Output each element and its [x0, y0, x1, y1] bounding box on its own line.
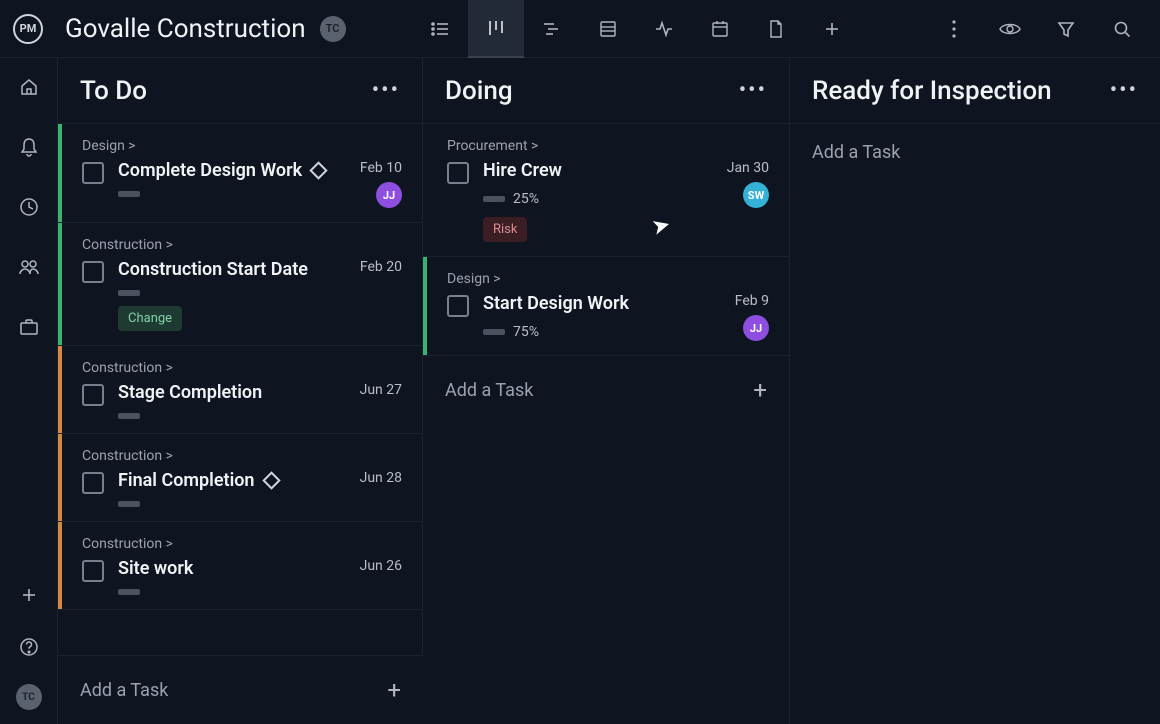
plus-icon: +: [387, 676, 401, 704]
status-stripe: [58, 522, 62, 609]
task-date: Feb 9: [735, 293, 769, 309]
task-date: Feb 10: [360, 160, 402, 176]
column-menu-icon[interactable]: •••: [1110, 78, 1138, 103]
filter-icon[interactable]: [1038, 0, 1094, 58]
add-task-button[interactable]: Add a Task +: [58, 655, 423, 724]
task-card[interactable]: Construction > Final Completion Jun 28: [58, 434, 422, 522]
task-card[interactable]: Construction > Stage Completion Jun 27: [58, 346, 422, 434]
team-icon[interactable]: [14, 252, 44, 282]
assignee-avatar[interactable]: JJ: [376, 182, 402, 208]
task-title: Stage Completion: [118, 382, 262, 403]
task-checkbox[interactable]: [82, 162, 104, 184]
progress-bar: [118, 501, 140, 507]
task-title: Final Completion: [118, 470, 255, 491]
task-checkbox[interactable]: [82, 384, 104, 406]
activity-view-icon[interactable]: [636, 0, 692, 58]
task-title: Complete Design Work: [118, 160, 302, 181]
column-title: To Do: [80, 76, 147, 106]
portfolio-icon[interactable]: [14, 312, 44, 342]
status-stripe: [58, 223, 62, 345]
progress-bar: [118, 191, 140, 197]
task-card[interactable]: Procurement > Hire Crew 25% Risk Jan 30 SW: [423, 124, 789, 257]
progress-bar: [118, 589, 140, 595]
project-title: Govalle Construction: [65, 14, 306, 44]
task-checkbox[interactable]: [82, 261, 104, 283]
file-view-icon[interactable]: [748, 0, 804, 58]
milestone-icon: [262, 471, 280, 489]
column-title: Doing: [445, 76, 513, 106]
assignee-avatar[interactable]: JJ: [743, 315, 769, 341]
watch-icon[interactable]: [982, 0, 1038, 58]
list-view-icon[interactable]: [412, 0, 468, 58]
calendar-view-icon[interactable]: [692, 0, 748, 58]
task-tag[interactable]: Risk: [483, 217, 527, 242]
task-date: Jun 28: [360, 470, 402, 486]
task-checkbox[interactable]: [82, 472, 104, 494]
task-card[interactable]: Design > Start Design Work 75% Feb 9 JJ: [423, 257, 789, 356]
sheet-view-icon[interactable]: [580, 0, 636, 58]
recent-icon[interactable]: [14, 192, 44, 222]
project-owner-avatar[interactable]: TC: [320, 16, 346, 42]
task-breadcrumb[interactable]: Design >: [447, 271, 769, 287]
gantt-view-icon[interactable]: [524, 0, 580, 58]
app-logo[interactable]: PM: [13, 14, 43, 44]
board-view-icon[interactable]: [468, 0, 524, 58]
task-title: Start Design Work: [483, 293, 629, 314]
add-task-button[interactable]: Add a Task: [790, 124, 1160, 181]
status-stripe: [58, 346, 62, 433]
task-checkbox[interactable]: [447, 295, 469, 317]
status-stripe: [423, 257, 427, 355]
column-title: Ready for Inspection: [812, 76, 1052, 106]
task-date: Jun 26: [360, 558, 402, 574]
add-task-button[interactable]: Add a Task +: [423, 356, 789, 424]
task-card[interactable]: Construction > Site work Jun 26: [58, 522, 422, 610]
notifications-icon[interactable]: [14, 132, 44, 162]
status-stripe: [58, 124, 62, 222]
task-card[interactable]: Construction > Construction Start Date Cha…: [58, 223, 422, 346]
add-item-icon[interactable]: [14, 580, 44, 610]
help-icon[interactable]: [14, 632, 44, 662]
progress-bar: [483, 196, 505, 202]
plus-icon: +: [753, 376, 767, 404]
progress-text: 25%: [513, 191, 539, 207]
search-icon[interactable]: [1094, 0, 1150, 58]
task-breadcrumb[interactable]: Construction >: [82, 237, 402, 253]
task-date: Feb 20: [360, 259, 402, 275]
assignee-avatar[interactable]: SW: [743, 182, 769, 208]
status-stripe: [58, 434, 62, 521]
more-menu-icon[interactable]: [926, 0, 982, 58]
add-task-label: Add a Task: [80, 680, 168, 701]
task-date: Jun 27: [360, 382, 402, 398]
task-title: Construction Start Date: [118, 259, 308, 280]
progress-text: 75%: [513, 324, 539, 340]
task-card[interactable]: Design > Complete Design Work Feb 10 JJ: [58, 124, 422, 223]
user-avatar[interactable]: TC: [16, 684, 42, 710]
task-checkbox[interactable]: [82, 560, 104, 582]
add-view-icon[interactable]: [804, 0, 860, 58]
home-icon[interactable]: [14, 72, 44, 102]
task-breadcrumb[interactable]: Construction >: [82, 360, 402, 376]
task-breadcrumb[interactable]: Procurement >: [447, 138, 769, 154]
column-menu-icon[interactable]: •••: [739, 78, 767, 103]
column-menu-icon[interactable]: •••: [372, 78, 400, 103]
task-breadcrumb[interactable]: Construction >: [82, 536, 402, 552]
task-breadcrumb[interactable]: Design >: [82, 138, 402, 154]
milestone-icon: [309, 161, 327, 179]
task-checkbox[interactable]: [447, 162, 469, 184]
task-breadcrumb[interactable]: Construction >: [82, 448, 402, 464]
task-title: Site work: [118, 558, 193, 579]
progress-bar: [118, 413, 140, 419]
task-date: Jan 30: [727, 160, 769, 176]
progress-bar: [118, 290, 140, 296]
task-title: Hire Crew: [483, 160, 562, 181]
progress-bar: [483, 329, 505, 335]
add-task-label: Add a Task: [445, 380, 533, 401]
task-tag[interactable]: Change: [118, 306, 182, 331]
